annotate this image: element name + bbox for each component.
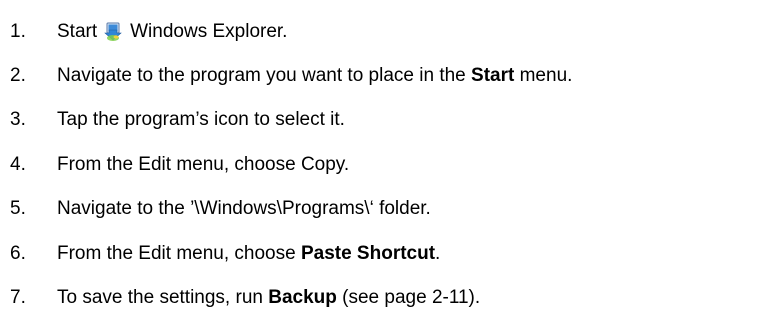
step-number: 7. xyxy=(10,287,26,308)
windows-explorer-icon xyxy=(102,21,124,43)
start-menu-term: Start xyxy=(471,65,515,86)
step-text-start: Start xyxy=(57,21,98,42)
step-text: From the Edit menu, choose Copy. xyxy=(57,154,350,175)
step-text: Navigate to the ’\Windows\Programs\‘ fol… xyxy=(57,198,431,219)
step-text: Navigate to the program you want to plac… xyxy=(57,65,572,87)
step-text-end: (see page 2-11). xyxy=(336,287,481,308)
step-number: 3. xyxy=(10,109,26,130)
step-text-start: Navigate to the program you want to plac… xyxy=(57,65,472,86)
backup-term: Backup xyxy=(268,287,337,308)
instruction-list: 1. Start Windows Explorer. 2. Navigate t… xyxy=(0,0,780,330)
step-text-end: . xyxy=(435,243,441,264)
step-number: 4. xyxy=(10,154,26,175)
step-text: Start Windows Explorer. xyxy=(57,21,287,43)
step-text-start: To save the settings, run xyxy=(57,287,269,308)
step-text: From the Edit menu, choose Paste Shortcu… xyxy=(57,243,440,265)
step-number: 6. xyxy=(10,243,26,264)
step-text-start: From the Edit menu, choose xyxy=(57,243,301,264)
step-number: 2. xyxy=(10,65,26,86)
step-text-end: Windows Explorer. xyxy=(130,21,288,42)
paste-shortcut-term: Paste Shortcut xyxy=(300,243,436,264)
step-number: 5. xyxy=(10,198,26,219)
step-text: To save the settings, run Backup (see pa… xyxy=(57,287,480,309)
step-text: Tap the program’s icon to select it. xyxy=(57,109,345,130)
step-number: 1. xyxy=(10,21,26,42)
step-text-end: menu. xyxy=(514,65,573,86)
